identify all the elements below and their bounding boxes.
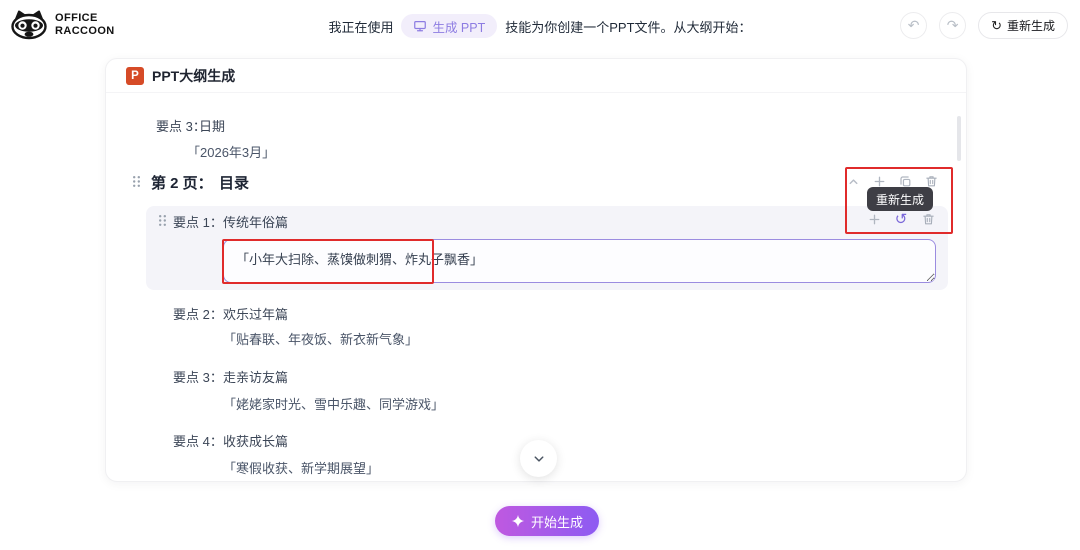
point-desc: 「贴春联、年夜饭、新衣新气象」: [223, 332, 419, 347]
page-title: 目录: [219, 175, 250, 192]
app-header: OFFICE RACCOON 我正在使用 生成 PPT 技能为你创建一个PPT文…: [0, 0, 1080, 52]
plus-icon: [869, 214, 879, 224]
logo-text-line1: OFFICE: [55, 12, 98, 25]
redo-icon: ↷: [946, 17, 959, 33]
logo-text-line2: RACCOON: [55, 25, 115, 37]
chevron-down-icon: [534, 455, 543, 462]
header-actions: ↶ ↷ ↻ 重新生成: [900, 12, 1068, 39]
point-title: 传统年俗篇: [223, 215, 289, 230]
sparkle-icon: [511, 514, 525, 528]
trash-icon: [922, 213, 934, 224]
point-label: 要点 3：: [173, 370, 223, 385]
raccoon-icon: [11, 10, 47, 40]
app-logo[interactable]: OFFICE RACCOON: [10, 10, 115, 40]
status-prefix: 我正在使用: [328, 19, 394, 35]
point-desc-input[interactable]: 「小年大扫除、蒸馍做刺猬、炸丸子飘香」: [223, 239, 936, 283]
chevron-up-icon: [849, 178, 857, 184]
generate-label: 开始生成: [531, 514, 584, 530]
card-title: PPT大纲生成: [152, 67, 236, 84]
regenerate-label: 重新生成: [1006, 19, 1055, 33]
page-collapse-button[interactable]: [843, 171, 863, 191]
tooltip: 重新生成: [867, 187, 934, 211]
undo-icon: ↶: [907, 17, 920, 33]
point-desc: 「寒假收获、新学期展望」: [223, 461, 380, 476]
skill-pill-label: 生成 PPT: [432, 20, 486, 35]
page-label: 第 2 页：: [151, 175, 213, 192]
refresh-icon: ↻: [991, 17, 1002, 33]
refresh-icon: ↺: [894, 210, 908, 228]
point-title: 日期: [199, 119, 226, 134]
drag-handle-icon[interactable]: [132, 175, 141, 188]
point-label: 要点 1：: [173, 215, 223, 230]
point-label: 要点 2：: [173, 307, 223, 322]
ppt-icon: P: [126, 66, 144, 85]
logo-text: OFFICE RACCOON: [55, 12, 115, 37]
scrollbar-thumb[interactable]: [957, 116, 961, 161]
drag-handle-icon[interactable]: [158, 214, 167, 227]
point-title: 走亲访友篇: [223, 370, 289, 385]
point-title: 收获成长篇: [223, 434, 289, 449]
presentation-icon: [414, 21, 427, 32]
point-delete-button[interactable]: [918, 209, 938, 229]
card-header: P PPT大纲生成: [106, 59, 966, 93]
status-suffix: 技能为你创建一个PPT文件。从大纲开始：: [505, 19, 752, 35]
skill-pill: 生成 PPT: [401, 14, 498, 38]
point-desc: 「姥姥家时光、雪中乐趣、同学游戏」: [223, 397, 445, 412]
generate-button[interactable]: 开始生成: [495, 506, 600, 536]
expand-button[interactable]: [520, 440, 557, 477]
outline-card: P PPT大纲生成 要点 3： 日期 「2026年3月」 第 2 页： 目录 要…: [105, 58, 967, 482]
point-title: 欢乐过年篇: [223, 307, 289, 322]
point-label: 要点 4：: [173, 434, 223, 449]
point-regenerate-button[interactable]: ↺: [891, 209, 911, 229]
redo-button[interactable]: ↷: [939, 12, 967, 39]
undo-button[interactable]: ↶: [900, 12, 928, 39]
point-add-button[interactable]: [864, 209, 884, 229]
point-desc: 「2026年3月」: [187, 145, 276, 160]
regenerate-button[interactable]: ↻ 重新生成: [978, 12, 1068, 39]
